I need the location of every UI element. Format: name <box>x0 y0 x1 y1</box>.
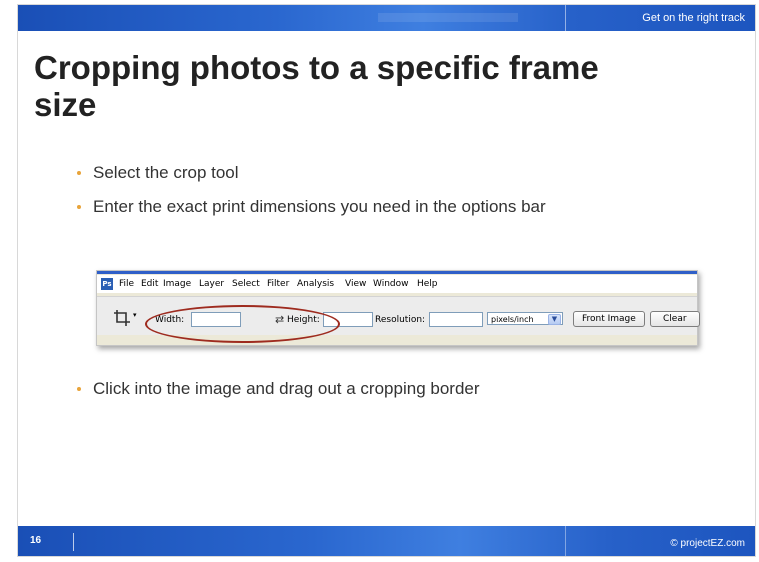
slide-title: Cropping photos to a specific frame size <box>34 49 599 123</box>
chevron-down-icon: ▼ <box>548 314 561 325</box>
clear-button[interactable]: Clear <box>650 311 700 327</box>
bullet-item: Enter the exact print dimensions you nee… <box>75 195 675 218</box>
tool-preset-arrow-icon[interactable]: ▾ <box>133 311 137 319</box>
crop-tool-icon[interactable] <box>113 309 131 327</box>
resolution-units-select[interactable]: pixels/inch ▼ <box>487 312 563 325</box>
header-tagline: Get on the right track <box>642 12 745 24</box>
front-image-button[interactable]: Front Image <box>573 311 645 327</box>
page-number: 16 <box>30 535 42 546</box>
header-divider <box>565 5 566 31</box>
menu-bar: Ps File Edit Image Layer Select Filter A… <box>97 275 697 293</box>
footer-divider <box>73 533 74 551</box>
bullet-list: Select the crop tool Enter the exact pri… <box>75 161 675 229</box>
menu-item-analysis[interactable]: Analysis <box>297 279 334 289</box>
menu-item-filter[interactable]: Filter <box>267 279 289 289</box>
bullet-item: Click into the image and drag out a crop… <box>75 377 713 400</box>
menu-item-file[interactable]: File <box>119 279 134 289</box>
highlight-ellipse <box>145 305 340 343</box>
resolution-field[interactable] <box>429 312 483 327</box>
app-logo-icon: Ps <box>101 278 113 290</box>
header-bar: Get on the right track <box>18 5 755 31</box>
footer-divider <box>565 526 566 556</box>
options-bar-screenshot: Ps File Edit Image Layer Select Filter A… <box>96 270 700 346</box>
bullet-item: Select the crop tool <box>75 161 675 184</box>
resolution-units-value: pixels/inch <box>491 315 534 324</box>
menu-item-edit[interactable]: Edit <box>141 279 158 289</box>
menu-item-window[interactable]: Window <box>373 279 409 289</box>
copyright-text: © projectEZ.com <box>670 538 745 549</box>
menu-item-help[interactable]: Help <box>417 279 438 289</box>
menu-item-image[interactable]: Image <box>163 279 191 289</box>
menu-item-view[interactable]: View <box>345 279 366 289</box>
header-stripe <box>378 13 518 22</box>
menu-item-select[interactable]: Select <box>232 279 260 289</box>
menu-item-layer[interactable]: Layer <box>199 279 224 289</box>
footer-bar: 16 © projectEZ.com <box>18 526 755 556</box>
window-title-strip <box>97 271 697 274</box>
resolution-label: Resolution: <box>375 315 426 325</box>
slide: Get on the right track Cropping photos t… <box>18 5 755 556</box>
